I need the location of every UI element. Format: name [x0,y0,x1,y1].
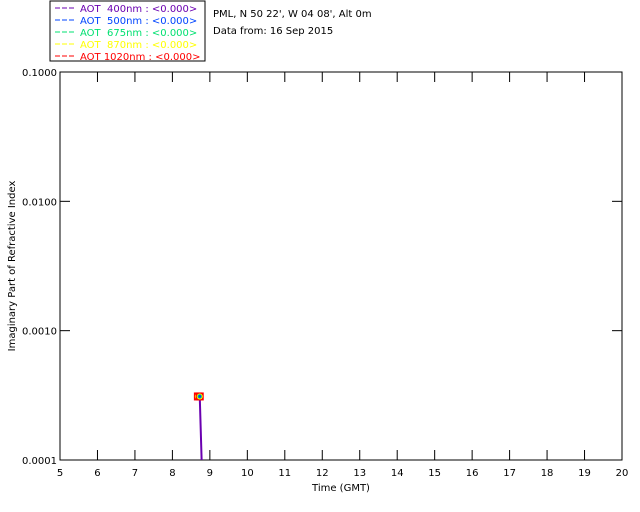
x-tick-label: 18 [541,468,554,479]
y-tick-label: 0.0001 [22,456,57,467]
legend-entry: AOT 675nm : <0.000> [80,28,197,39]
marker-500nm [198,395,202,398]
chart-svg: AOT 400nm : <0.000>AOT 500nm : <0.000>AO… [7,0,629,494]
legend-entry: AOT 500nm : <0.000> [80,16,197,27]
chart-figure: AOT 400nm : <0.000> AOT 500nm : <0.000> AO… [0,0,640,512]
x-tick-label: 6 [94,468,100,479]
x-tick-label: 9 [207,468,213,479]
series-line-400nm [197,395,203,461]
x-tick-label: 13 [353,468,366,479]
x-tick-label: 5 [57,468,63,479]
x-tick-label: 19 [578,468,591,479]
x-tick-label: 11 [278,468,291,479]
x-tick-label: 14 [391,468,404,479]
site-info: PML, N 50 22', W 04 08', Alt 0m [213,9,372,20]
y-tick-label: 0.0100 [22,197,57,208]
y-tick-label: 0.1000 [22,68,57,79]
x-tick-label: 10 [241,468,254,479]
x-tick-label: 8 [169,468,175,479]
x-tick-label: 7 [132,468,138,479]
x-tick-label: 15 [428,468,441,479]
plot-frame [59,71,623,461]
x-tick-label: 16 [466,468,479,479]
x-tick-label: 20 [616,468,629,479]
x-axis-label: Time (GMT) [311,483,370,494]
legend-entry: AOT 400nm : <0.000> [80,4,197,15]
legend: AOT 400nm : <0.000>AOT 500nm : <0.000>AO… [49,0,206,63]
y-tick-label: 0.0010 [22,327,57,338]
legend-entry: AOT 870nm : <0.000> [80,40,197,51]
legend-entry: AOT 1020nm : <0.000> [80,52,200,63]
x-tick-label: 12 [316,468,329,479]
y-axis-label: Imaginary Part of Refractive Index [7,181,18,352]
x-tick-label: 17 [503,468,516,479]
date-info: Data from: 16 Sep 2015 [213,26,333,37]
